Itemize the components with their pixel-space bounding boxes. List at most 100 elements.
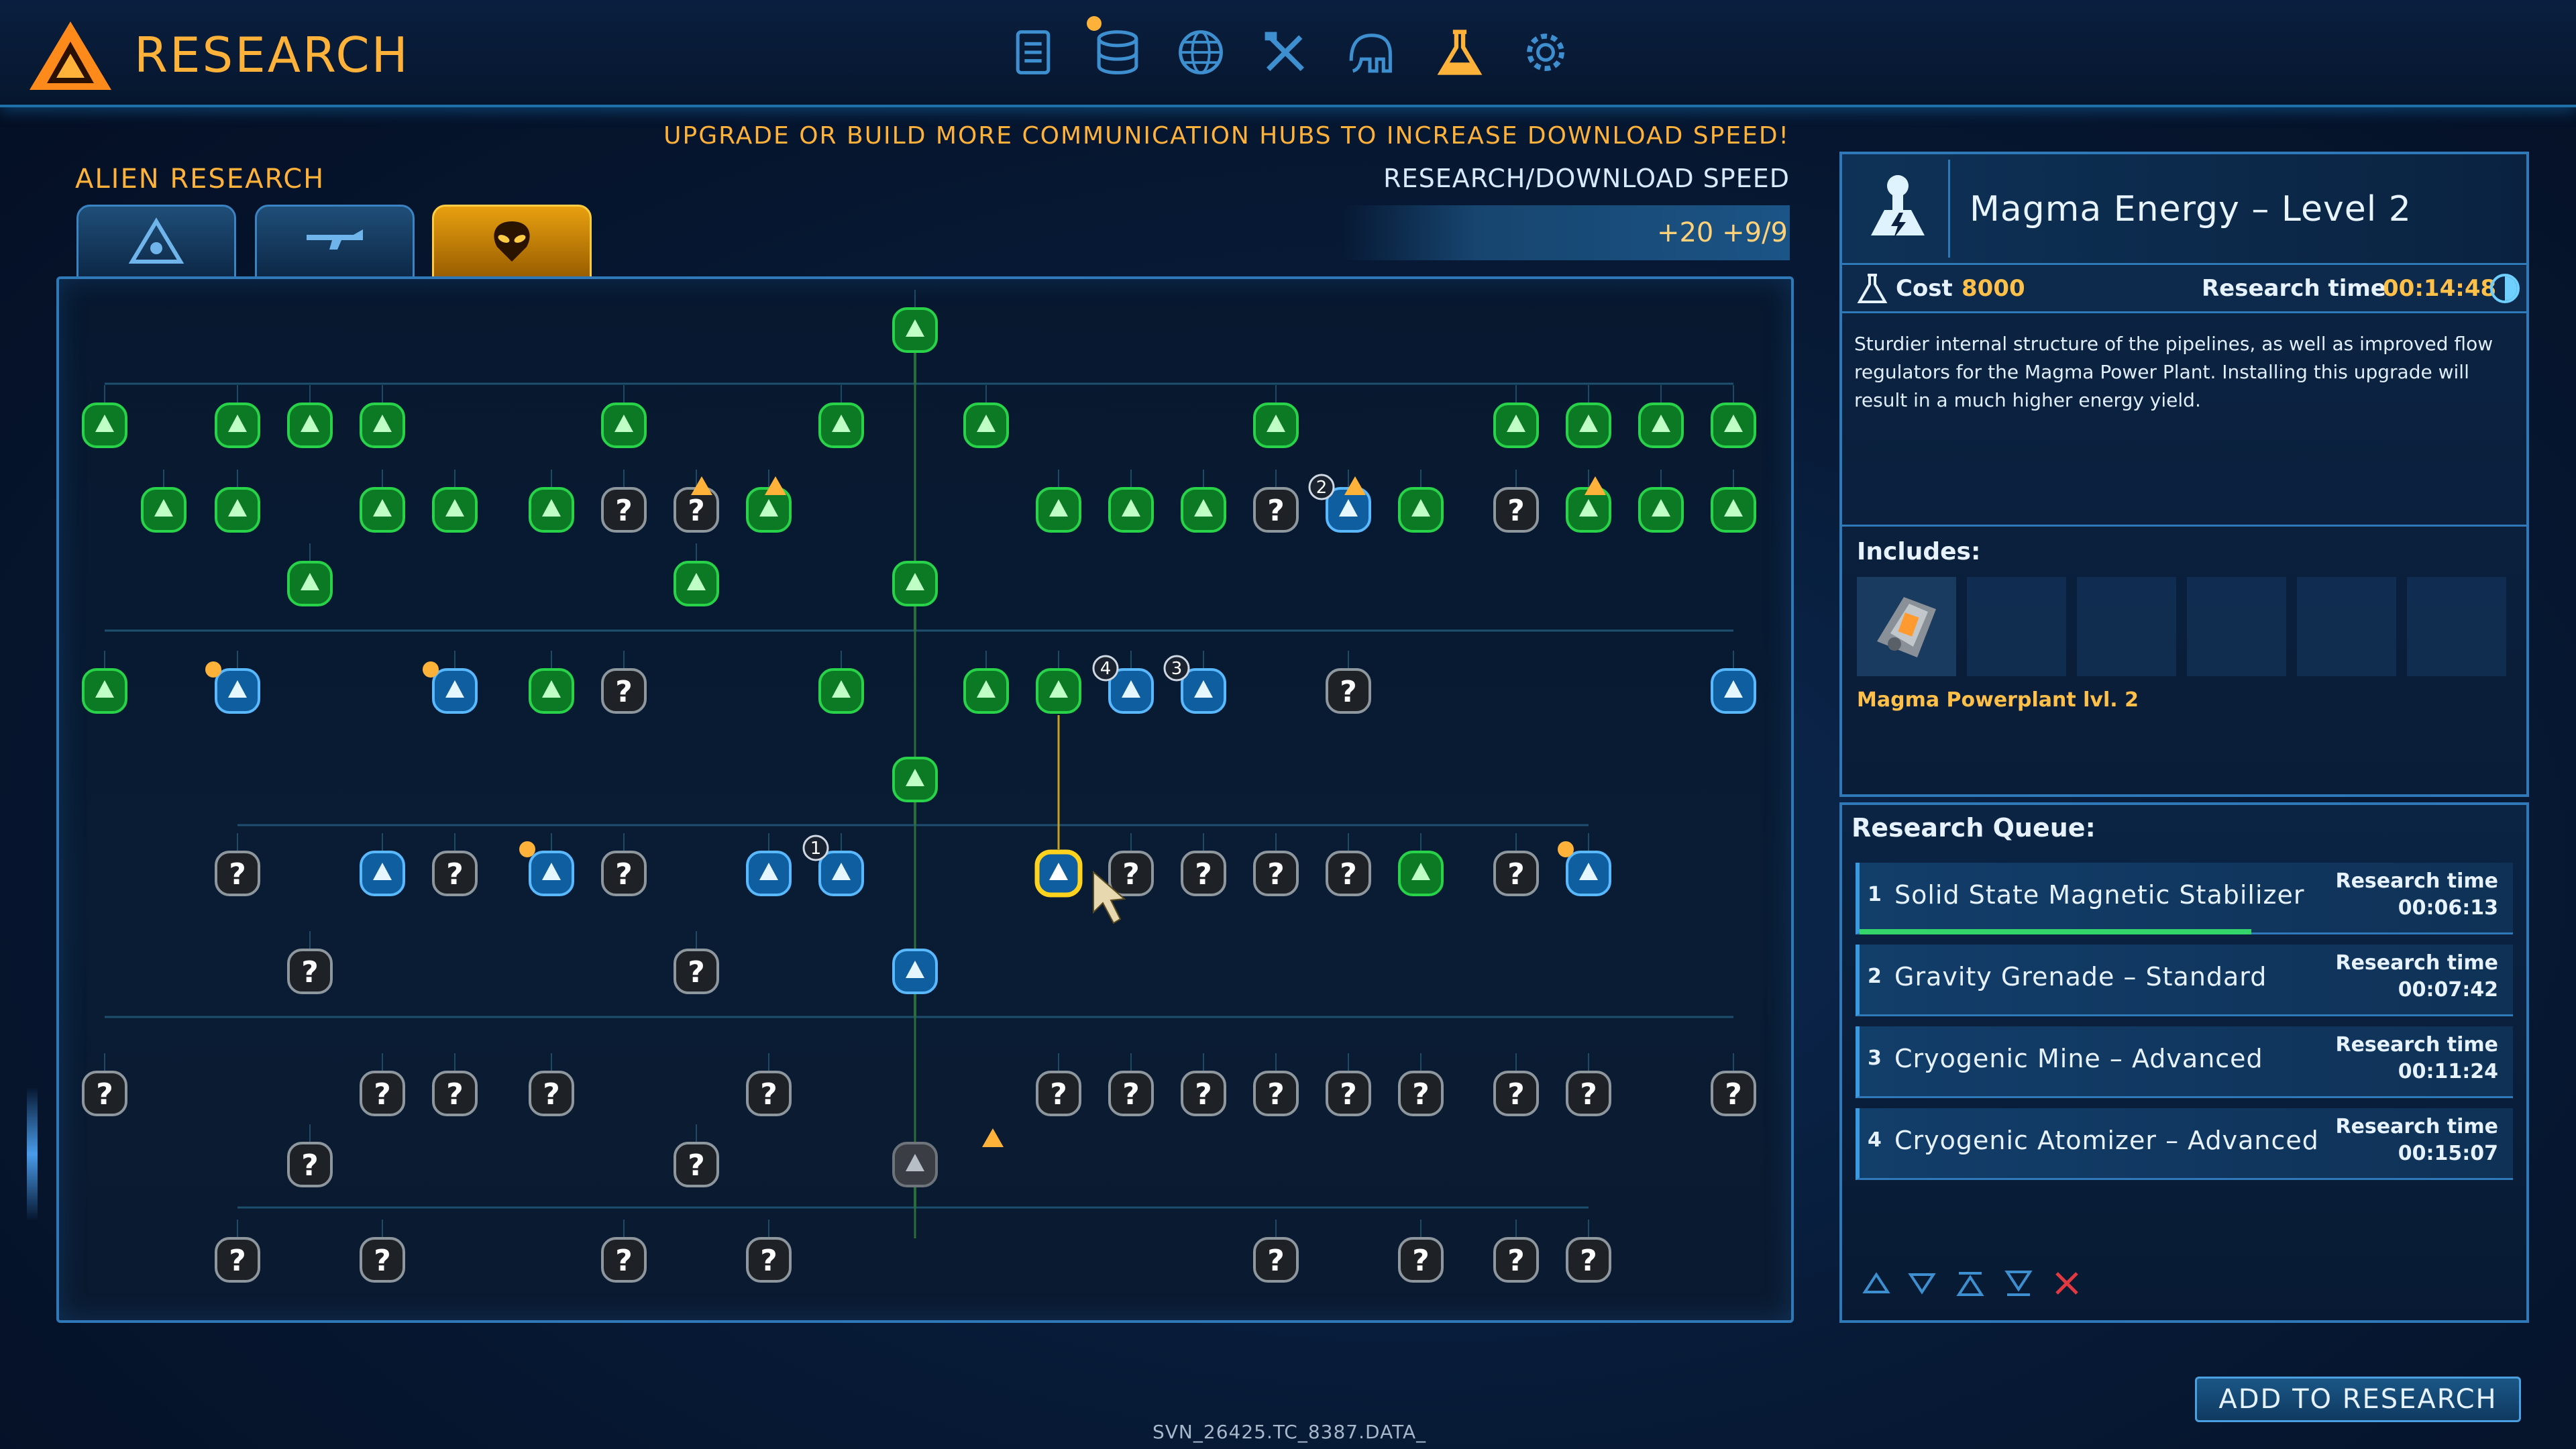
research-node[interactable] <box>529 668 574 714</box>
research-node[interactable] <box>963 402 1009 448</box>
locked-research-node[interactable]: ? <box>1398 1071 1444 1116</box>
research-node[interactable] <box>818 851 864 896</box>
locked-research-node[interactable]: ? <box>287 949 333 994</box>
locked-research-node[interactable]: ? <box>1493 487 1539 533</box>
tab-alien-tech[interactable] <box>76 205 236 278</box>
research-node[interactable] <box>674 561 719 606</box>
list-icon[interactable] <box>1000 19 1067 86</box>
locked-research-node[interactable]: ? <box>1253 1071 1299 1116</box>
research-node[interactable] <box>963 668 1009 714</box>
research-node[interactable] <box>892 307 938 353</box>
research-node[interactable] <box>215 487 260 533</box>
elephant-icon[interactable] <box>1336 19 1403 86</box>
research-node[interactable] <box>1711 402 1756 448</box>
tab-weapons[interactable] <box>255 205 415 278</box>
locked-research-node[interactable]: ? <box>1326 668 1371 714</box>
add-to-research-button[interactable]: ADD TO RESEARCH <box>2195 1377 2521 1422</box>
locked-research-node[interactable]: ? <box>674 949 719 994</box>
research-node[interactable] <box>432 668 478 714</box>
research-node[interactable] <box>746 851 792 896</box>
research-node[interactable] <box>1711 668 1756 714</box>
locked-research-node[interactable]: ? <box>215 1237 260 1283</box>
locked-research-node[interactable]: ? <box>1711 1071 1756 1116</box>
locked-research-node[interactable]: ? <box>601 668 647 714</box>
queue-item[interactable]: 4 Cryogenic Atomizer – Advanced Research t… <box>1856 1108 2513 1180</box>
locked-research-node[interactable]: ? <box>1108 1071 1154 1116</box>
research-node[interactable] <box>360 851 405 896</box>
research-node[interactable] <box>818 402 864 448</box>
locked-research-node[interactable]: ? <box>82 1071 127 1116</box>
research-node[interactable] <box>529 851 574 896</box>
research-node[interactable] <box>432 487 478 533</box>
research-node[interactable] <box>1638 402 1684 448</box>
locked-research-node[interactable]: ? <box>360 1071 405 1116</box>
research-node[interactable] <box>215 668 260 714</box>
research-node[interactable] <box>82 668 127 714</box>
locked-research-node[interactable]: ? <box>601 851 647 896</box>
research-node[interactable] <box>601 402 647 448</box>
locked-research-node[interactable]: ? <box>746 1237 792 1283</box>
move-top-icon[interactable] <box>1953 1267 1987 1300</box>
locked-research-node[interactable]: ? <box>601 1237 647 1283</box>
research-node[interactable] <box>1108 487 1154 533</box>
research-node[interactable] <box>892 757 938 802</box>
research-node[interactable] <box>215 402 260 448</box>
locked-research-node[interactable]: ? <box>1326 1071 1371 1116</box>
locked-research-node[interactable]: ? <box>432 851 478 896</box>
gear-icon[interactable] <box>1512 19 1579 86</box>
research-node[interactable] <box>82 402 127 448</box>
research-node[interactable] <box>360 402 405 448</box>
flask-icon[interactable] <box>1426 19 1493 86</box>
tools-icon[interactable] <box>1252 19 1319 86</box>
locked-research-node[interactable]: ? <box>1493 1237 1539 1283</box>
research-node[interactable] <box>360 487 405 533</box>
research-node[interactable] <box>1398 851 1444 896</box>
move-down-icon[interactable] <box>1905 1267 1939 1300</box>
research-node[interactable] <box>1638 487 1684 533</box>
locked-research-node[interactable]: ? <box>529 1071 574 1116</box>
locked-research-node[interactable]: ? <box>1181 851 1226 896</box>
queue-item[interactable]: 3 Cryogenic Mine – Advanced Research time 0… <box>1856 1026 2513 1098</box>
locked-research-node[interactable]: ? <box>1566 1237 1611 1283</box>
locked-research-node[interactable]: ? <box>1398 1237 1444 1283</box>
research-node[interactable] <box>1181 487 1226 533</box>
research-node[interactable] <box>892 1142 938 1187</box>
locked-research-node[interactable]: ? <box>1253 851 1299 896</box>
research-node[interactable] <box>1566 402 1611 448</box>
research-node[interactable] <box>818 668 864 714</box>
locked-research-node[interactable]: ? <box>215 851 260 896</box>
tab-alien[interactable] <box>432 205 592 278</box>
locked-research-node[interactable]: ? <box>674 1142 719 1187</box>
research-node[interactable] <box>1398 487 1444 533</box>
included-item-slot[interactable] <box>1857 577 1956 676</box>
queue-item[interactable]: 2 Gravity Grenade – Standard Research time… <box>1856 945 2513 1016</box>
locked-research-node[interactable]: ? <box>1253 487 1299 533</box>
move-up-icon[interactable] <box>1860 1267 1893 1300</box>
locked-research-node[interactable]: ? <box>1493 1071 1539 1116</box>
research-node[interactable] <box>1181 668 1226 714</box>
research-node[interactable] <box>287 561 333 606</box>
locked-research-node[interactable]: ? <box>1326 851 1371 896</box>
research-node[interactable] <box>1711 487 1756 533</box>
research-node[interactable] <box>892 949 938 994</box>
locked-research-node[interactable]: ? <box>432 1071 478 1116</box>
remove-icon[interactable] <box>2050 1267 2084 1300</box>
research-node[interactable] <box>287 402 333 448</box>
research-node[interactable] <box>1036 668 1081 714</box>
locked-research-node[interactable]: ? <box>1566 1071 1611 1116</box>
research-node[interactable] <box>892 561 938 606</box>
locked-research-node[interactable]: ? <box>1036 1071 1081 1116</box>
locked-research-node[interactable]: ? <box>1108 851 1154 896</box>
globe-icon[interactable] <box>1167 19 1234 86</box>
research-node[interactable] <box>1493 402 1539 448</box>
locked-research-node[interactable]: ? <box>1181 1071 1226 1116</box>
research-node[interactable] <box>141 487 186 533</box>
research-node[interactable] <box>1253 402 1299 448</box>
move-bottom-icon[interactable] <box>2002 1267 2035 1300</box>
queue-item[interactable]: 1 Solid State Magnetic Stabilizer Research… <box>1856 863 2513 934</box>
research-node[interactable] <box>529 487 574 533</box>
locked-research-node[interactable]: ? <box>746 1071 792 1116</box>
selected-research-node[interactable] <box>1034 849 1083 898</box>
locked-research-node[interactable]: ? <box>601 487 647 533</box>
locked-research-node[interactable]: ? <box>1253 1237 1299 1283</box>
